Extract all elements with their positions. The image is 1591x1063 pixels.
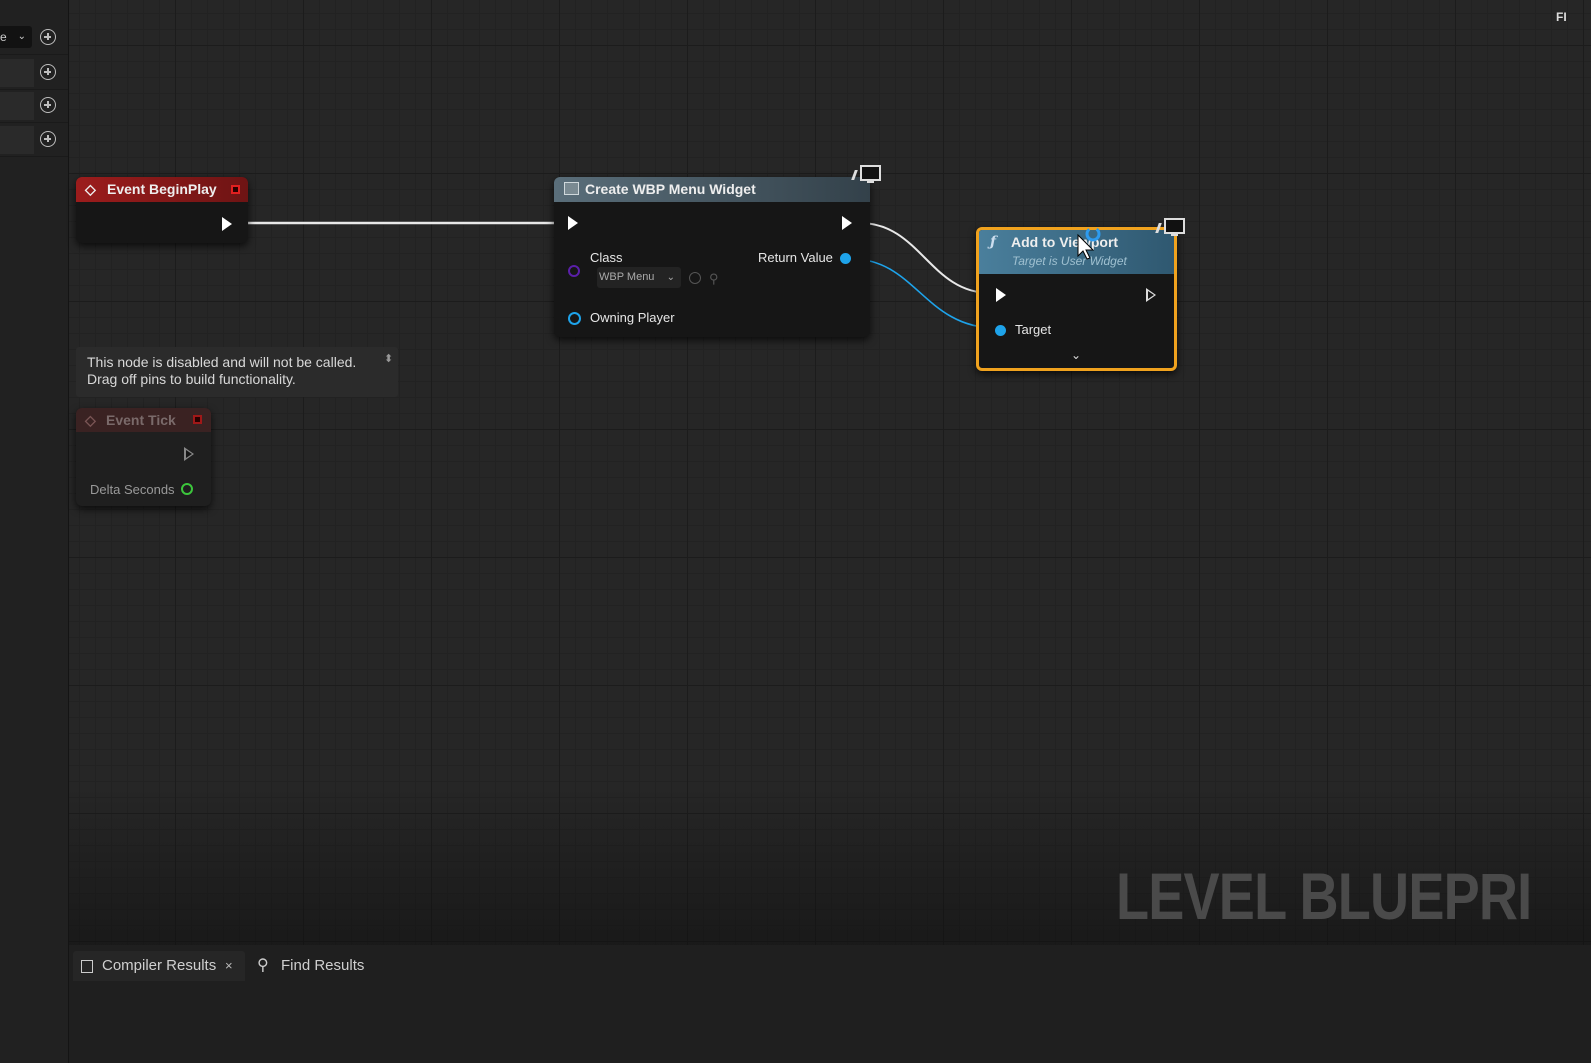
delta-seconds-pin[interactable] bbox=[181, 483, 193, 495]
event-beginplay-node[interactable]: ◇ Event BeginPlay bbox=[76, 177, 248, 243]
event-icon: ◇ bbox=[85, 412, 96, 428]
search-icon: ⚲ bbox=[257, 957, 269, 974]
tab-label: Find Results bbox=[281, 957, 365, 974]
mouse-cursor-icon bbox=[1077, 226, 1101, 260]
function-icon: ƒ bbox=[990, 234, 997, 250]
expand-chevron-icon[interactable]: ⌄ bbox=[1071, 348, 1081, 362]
return-value-label: Return Value bbox=[758, 250, 833, 265]
compiler-icon bbox=[81, 960, 93, 973]
owning-player-label: Owning Player bbox=[590, 310, 675, 325]
wires bbox=[236, 221, 997, 329]
node-header: ◇ Event Tick bbox=[76, 408, 211, 432]
return-value-pin[interactable] bbox=[840, 253, 851, 264]
exec-out-pin[interactable] bbox=[184, 447, 194, 461]
exec-out-pin[interactable] bbox=[1146, 288, 1156, 302]
close-icon[interactable]: × bbox=[225, 951, 233, 981]
pin-comment-icon[interactable]: ⬍ bbox=[384, 351, 393, 368]
exec-in-pin[interactable] bbox=[568, 216, 578, 230]
delta-seconds-label: Delta Seconds bbox=[90, 482, 175, 497]
node-subtitle: Target is User Widget bbox=[1012, 254, 1127, 268]
event-tick-node[interactable]: ◇ Event Tick Delta Seconds bbox=[76, 408, 211, 506]
comment-line-1: This node is disabled and will not be ca… bbox=[87, 354, 357, 370]
use-selected-icon[interactable] bbox=[689, 272, 701, 284]
monitor-icon bbox=[1155, 217, 1188, 243]
tab-compiler-results[interactable]: Compiler Results × bbox=[73, 951, 245, 981]
exec-out-pin[interactable] bbox=[842, 216, 852, 230]
node-header: Create WBP Menu Widget bbox=[554, 177, 870, 202]
class-pin[interactable] bbox=[568, 265, 580, 277]
object-wire[interactable] bbox=[851, 258, 997, 329]
node-title: Create WBP Menu Widget bbox=[585, 181, 756, 197]
class-dropdown-value: WBP Menu bbox=[599, 271, 655, 283]
tab-label: Compiler Results bbox=[102, 957, 217, 974]
owning-player-pin[interactable] bbox=[568, 312, 581, 325]
node-header: ◇ Event BeginPlay bbox=[76, 177, 248, 202]
bottom-panel: Compiler Results × ⚲ Find Results bbox=[69, 945, 1591, 1063]
monitor-icon bbox=[851, 164, 882, 188]
chevron-down-icon: ⌄ bbox=[666, 272, 675, 283]
node-title: Event BeginPlay bbox=[107, 181, 217, 197]
node-title: Event Tick bbox=[106, 412, 176, 428]
create-widget-node[interactable]: Create WBP Menu Widget Class WBP Menu ⌄ … bbox=[554, 177, 870, 337]
delegate-pin-icon[interactable] bbox=[231, 185, 240, 194]
delegate-pin-icon[interactable] bbox=[193, 415, 202, 424]
target-pin[interactable] bbox=[995, 325, 1006, 336]
class-label: Class bbox=[590, 250, 623, 265]
tab-find-results[interactable]: ⚲ Find Results bbox=[255, 951, 375, 981]
exec-out-pin[interactable] bbox=[222, 217, 232, 231]
exec-wire[interactable] bbox=[859, 222, 991, 294]
disabled-node-comment: This node is disabled and will not be ca… bbox=[76, 347, 398, 397]
target-label: Target bbox=[1015, 322, 1052, 337]
widget-icon bbox=[564, 182, 579, 195]
exec-in-pin[interactable] bbox=[996, 288, 1006, 302]
class-dropdown[interactable]: WBP Menu ⌄ bbox=[597, 267, 681, 288]
event-icon: ◇ bbox=[85, 181, 96, 197]
comment-line-2: Drag off pins to build functionality. bbox=[87, 371, 296, 387]
browse-icon[interactable]: ⚲ bbox=[709, 271, 719, 287]
